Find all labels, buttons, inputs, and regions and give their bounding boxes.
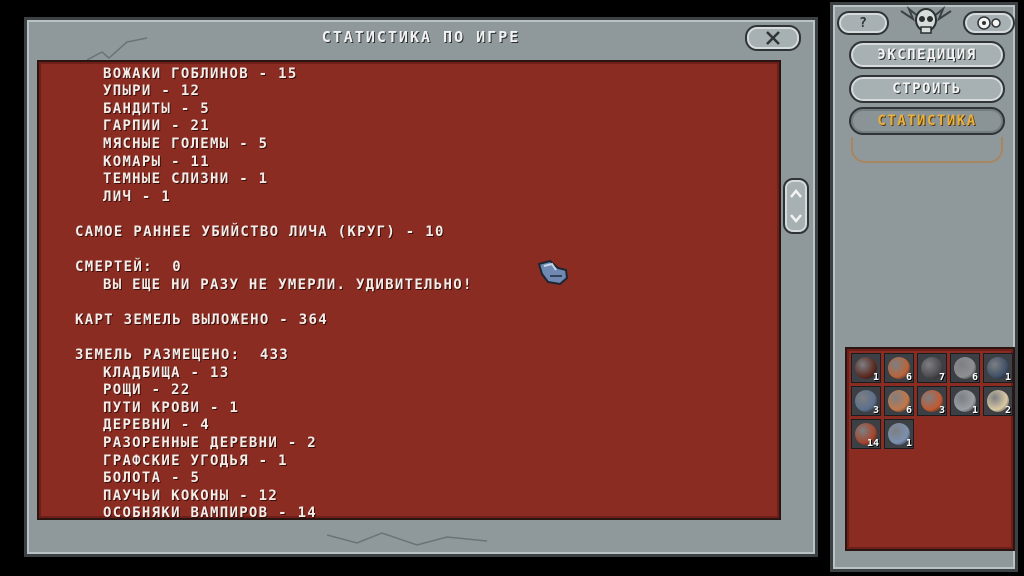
help-icon: ? — [859, 15, 867, 31]
stats-line: ГАРПИИ - 21 — [103, 118, 211, 135]
stats-line: БОЛОТА - 5 — [103, 470, 201, 487]
stats-line: ОСОБНЯКИ ВАМПИРОВ - 14 — [103, 505, 318, 520]
stats-line: ВЫ ЕЩЕ НИ РАЗУ НЕ УМЕРЛИ. УДИВИТЕЛЬНО! — [103, 276, 473, 293]
inventory-slot-book-of-memories[interactable]: 2 — [983, 386, 1013, 416]
resource-count: 6 — [905, 372, 912, 383]
stats-spacer — [39, 330, 779, 348]
resource-count: 1 — [872, 372, 879, 383]
resource-count: 3 — [872, 405, 879, 416]
active-tab-indicator — [851, 137, 1003, 163]
build-button[interactable]: СТРОИТЬ — [849, 75, 1005, 103]
scroll-controls — [783, 178, 809, 234]
stats-line: СМЕРТЕЙ: 0 — [75, 259, 183, 276]
gauntlet-cursor-icon — [537, 259, 569, 286]
close-x-icon — [766, 31, 780, 45]
scroll-down-button[interactable] — [788, 208, 804, 228]
stats-line: ГРАФСКИЕ УГОДЬЯ - 1 — [103, 452, 288, 469]
chevron-up-icon — [790, 189, 802, 198]
resource-count: 14 — [866, 438, 879, 449]
stats-content-panel[interactable]: ГОБЛИНЫ - 11ВОЖАКИ ГОБЛИНОВ - 15УПЫРИ - … — [37, 60, 781, 520]
resource-count: 1 — [1004, 372, 1011, 383]
frame-crack-decoration — [327, 532, 487, 546]
help-button[interactable]: ? — [837, 11, 889, 35]
stats-window: СТАТИСТИКА ПО ИГРЕ ГОБЛИНЫ - 11ВОЖАКИ ГО… — [24, 17, 818, 557]
stats-spacer — [39, 242, 779, 260]
resource-count: 1 — [905, 438, 912, 449]
stats-line: ДЕРЕВНИ - 4 — [103, 417, 211, 434]
stats-spacer — [39, 294, 779, 312]
window-title: СТАТИСТИКА ПО ИГРЕ — [321, 28, 521, 46]
stats-line: ПАУЧЬИ КОКОНЫ - 12 — [103, 487, 279, 504]
side-panel: ? ЭКСПЕДИЦИЯ СТРОИТЬ СТАТИСТИКА 1 6 7 6 1 3 6 3… — [830, 2, 1018, 572]
stats-list: ГОБЛИНЫ - 11ВОЖАКИ ГОБЛИНОВ - 15УПЫРИ - … — [39, 62, 779, 520]
inventory-slot-orb-of-crafts[interactable]: 1 — [884, 419, 914, 449]
inventory-slot-rock-shard[interactable]: 1 — [983, 353, 1013, 383]
chevron-down-icon — [790, 214, 802, 223]
stats-line: КАРТ ЗЕМЕЛЬ ВЫЛОЖЕНО - 364 — [75, 311, 328, 328]
inventory-slot-shapeless-mass[interactable]: 7 — [917, 353, 947, 383]
stats-line: КЛАДБИЩА - 13 — [103, 364, 230, 381]
stats-line: КОМАРЫ - 11 — [103, 153, 211, 170]
resource-count: 6 — [971, 372, 978, 383]
stats-line: ЗЕМЕЛЬ РАЗМЕЩЕНО: 433 — [75, 347, 290, 364]
expedition-button[interactable]: ЭКСПЕДИЦИЯ — [849, 41, 1005, 69]
stats-line: ПУТИ КРОВИ - 1 — [103, 399, 240, 416]
inventory-slot-living-fabric[interactable]: 14 — [851, 419, 881, 449]
inventory-slot-orb-of-expansion[interactable]: 6 — [884, 386, 914, 416]
stats-line: ВОЖАКИ ГОБЛИНОВ - 15 — [103, 65, 298, 82]
statistics-button[interactable]: СТАТИСТИКА — [849, 107, 1005, 135]
stats-line: РОЩИ - 22 — [103, 382, 191, 399]
stats-line: УПЫРИ - 12 — [103, 83, 201, 100]
resource-inventory: 1 6 7 6 1 3 6 3 1 2 14 1 — [845, 347, 1015, 551]
stats-line: МЯСНЫЕ ГОЛЕМЫ - 5 — [103, 135, 269, 152]
stats-line: ТЕМНЫЕ СЛИЗНИ - 1 — [103, 171, 269, 188]
stats-line: БАНДИТЫ - 5 — [103, 100, 211, 117]
close-button[interactable] — [745, 25, 801, 51]
resource-count: 3 — [938, 405, 945, 416]
scroll-up-button[interactable] — [788, 184, 804, 204]
stats-line: ЛИЧ - 1 — [103, 188, 172, 205]
stats-line: РАЗОРЕННЫЕ ДЕРЕВНИ - 2 — [103, 435, 318, 452]
resource-count: 6 — [905, 405, 912, 416]
skull-emblem-icon — [900, 5, 952, 34]
inventory-slot-metamorphosis[interactable]: 3 — [851, 386, 881, 416]
resource-count: 7 — [938, 372, 945, 383]
inventory-slot-preserved-pebbles[interactable]: 6 — [884, 353, 914, 383]
resource-count: 1 — [971, 405, 978, 416]
inventory-slot-stable-branches[interactable]: 1 — [851, 353, 881, 383]
resource-count: 2 — [1004, 405, 1011, 416]
settings-button[interactable] — [963, 11, 1015, 35]
inventory-slot-stable-rock[interactable]: 6 — [950, 353, 980, 383]
stats-line: САМОЕ РАННЕЕ УБИЙСТВО ЛИЧА (КРУГ) - 10 — [75, 223, 445, 240]
inventory-slot-orb-of-afterlife[interactable]: 1 — [950, 386, 980, 416]
stats-spacer — [39, 206, 779, 224]
gear-icon — [977, 16, 1001, 30]
inventory-slot-food-supply[interactable]: 3 — [917, 386, 947, 416]
